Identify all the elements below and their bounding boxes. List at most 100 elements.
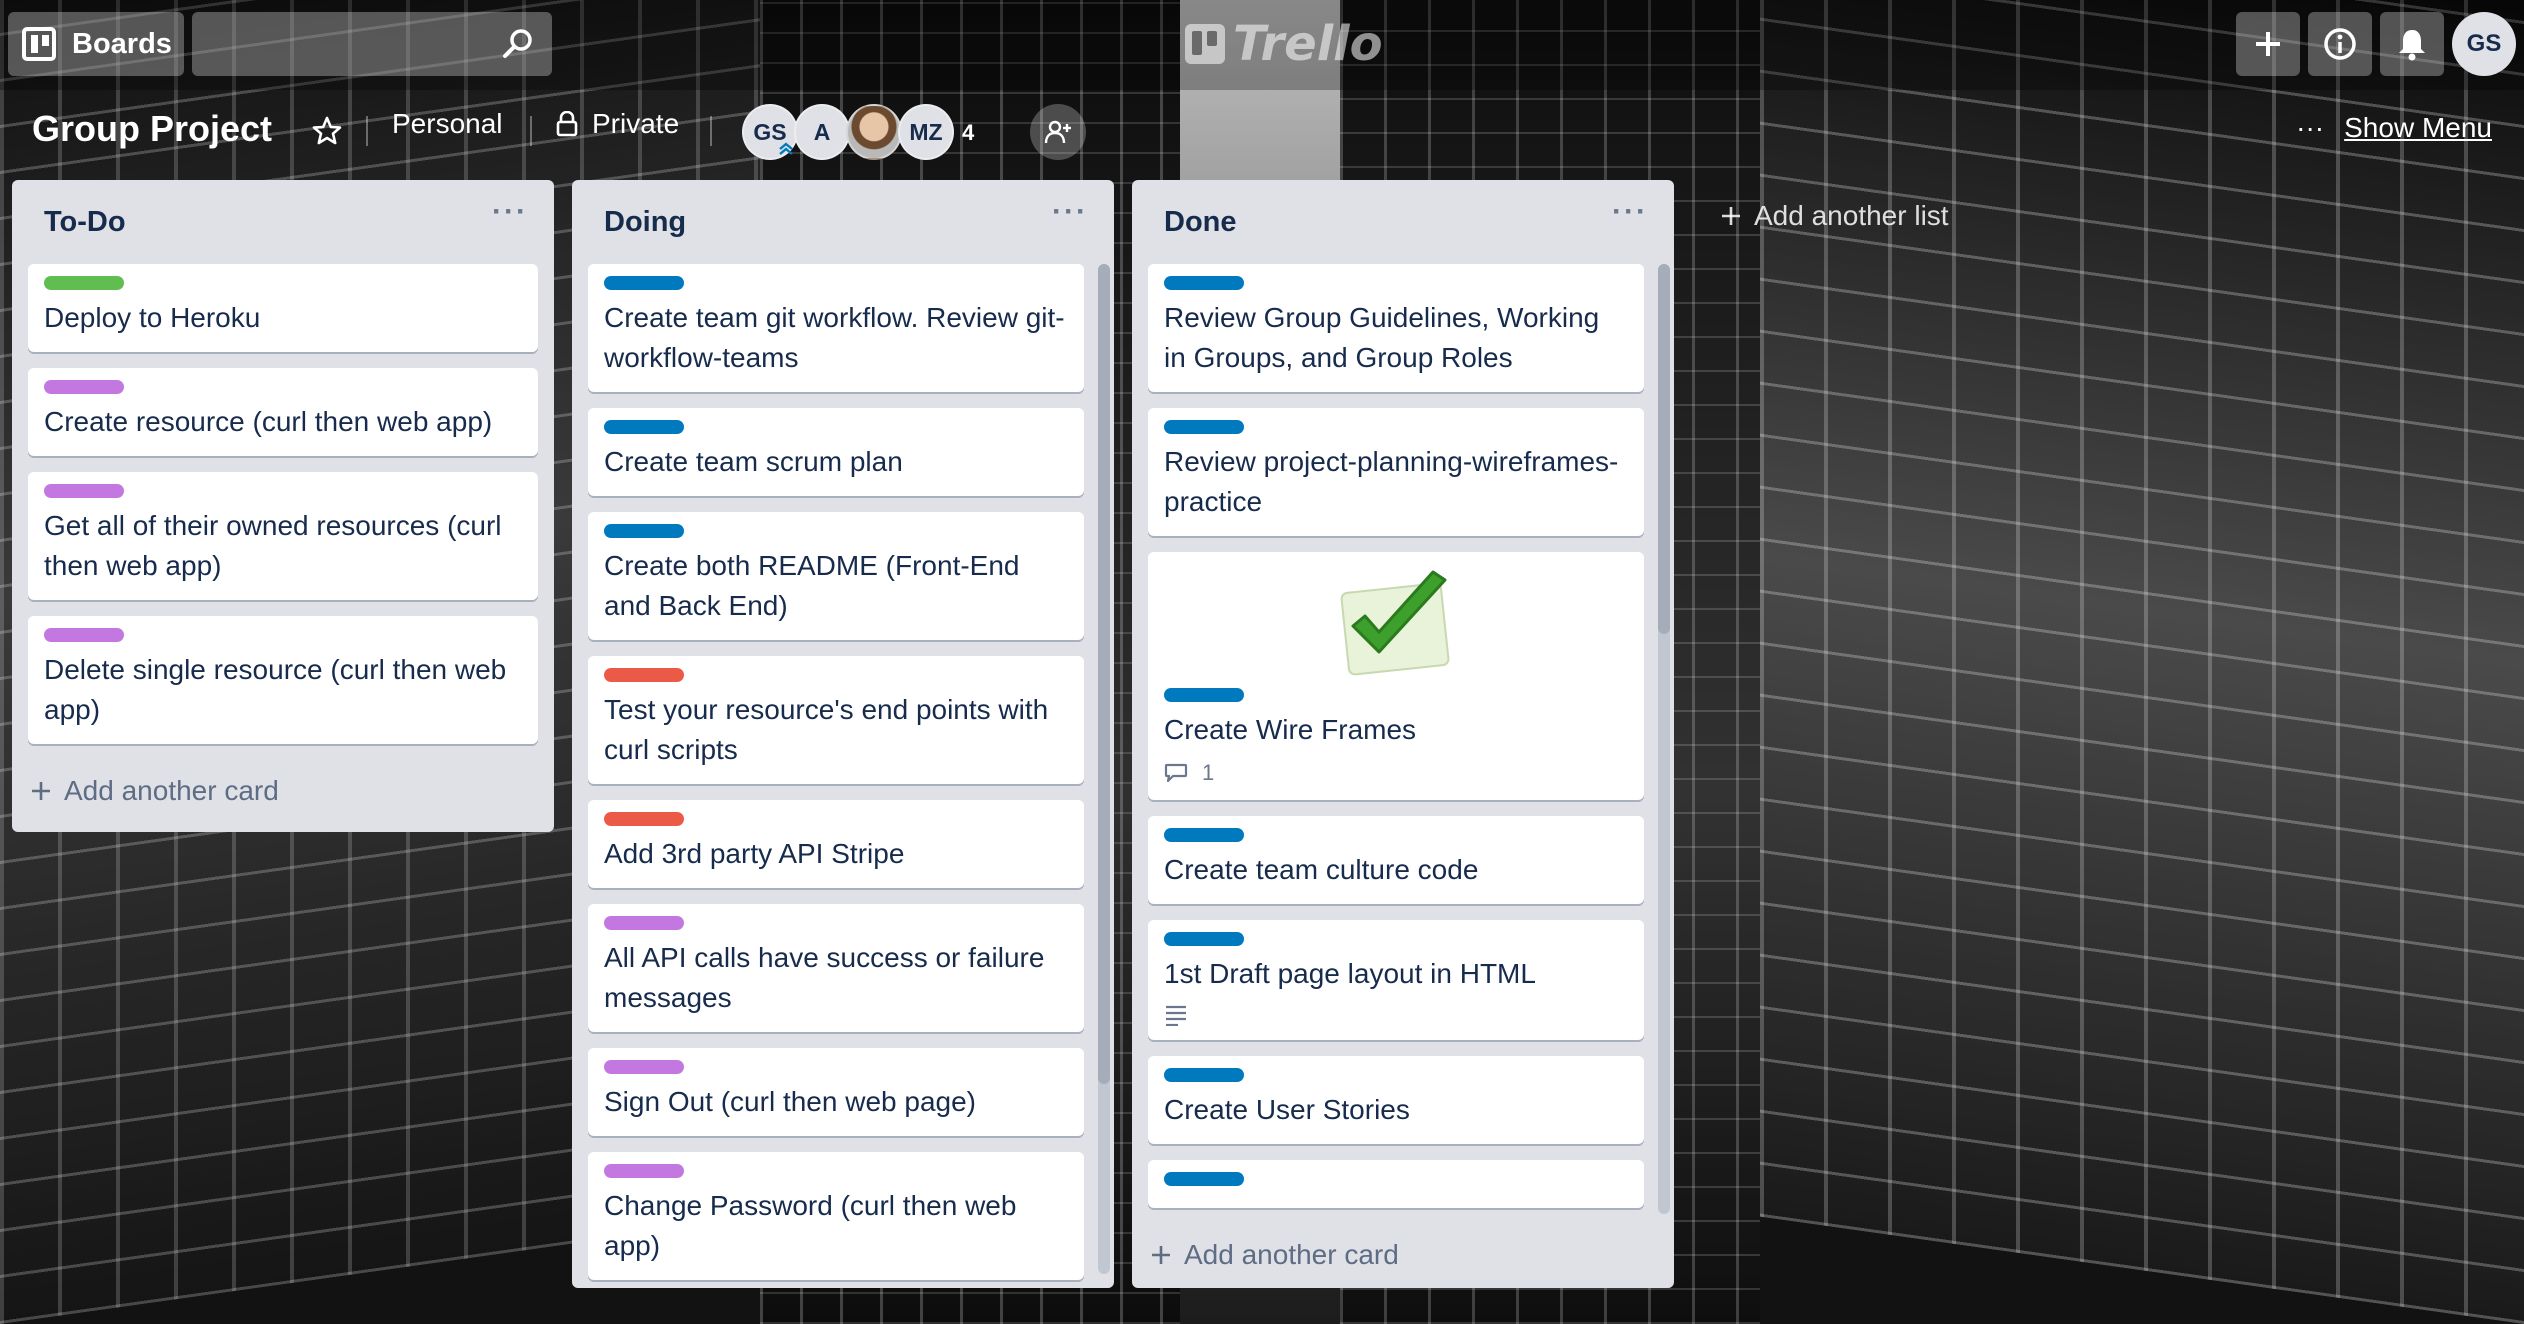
card[interactable]: Sign Out (curl then web page): [588, 1048, 1084, 1136]
card[interactable]: Create Wire Frames 1: [1148, 552, 1644, 800]
card[interactable]: Add 3rd party API Stripe: [588, 800, 1084, 888]
list-todo[interactable]: To-Do ··· Deploy to Heroku Create resour…: [12, 180, 554, 832]
search-box[interactable]: [192, 12, 552, 76]
divider: [366, 116, 368, 146]
card[interactable]: Create User Stories: [1148, 1056, 1644, 1144]
add-card-button[interactable]: Add another card: [1132, 1224, 1674, 1286]
add-card-button[interactable]: Add another card: [12, 760, 554, 822]
star-icon[interactable]: [312, 116, 342, 146]
boards-button[interactable]: Boards: [8, 12, 184, 76]
card-title: Create resource (curl then web app): [44, 406, 493, 437]
list-header[interactable]: Done ···: [1132, 180, 1674, 264]
list-scrollbar[interactable]: [1658, 264, 1670, 1214]
list-done[interactable]: Done ··· Review Group Guidelines, Workin…: [1132, 180, 1674, 1288]
card[interactable]: Create team git workflow. Review git-wor…: [588, 264, 1084, 392]
card-title: Change Password (curl then web app): [604, 1190, 1017, 1261]
team-button[interactable]: Personal: [392, 108, 503, 140]
card[interactable]: Review Group Guidelines, Working in Grou…: [1148, 264, 1644, 392]
list-doing[interactable]: Doing ··· Create team git workflow. Revi…: [572, 180, 1114, 1288]
comment-count: 1: [1202, 760, 1215, 785]
label-blue: [1164, 1172, 1244, 1186]
comment-icon: [1164, 763, 1188, 783]
card-title: Create team git workflow. Review git-wor…: [604, 302, 1065, 373]
member-avatar-photo[interactable]: [846, 104, 902, 160]
top-header: Boards Trello GS: [0, 0, 2524, 90]
card-title: Create Wire Frames: [1164, 714, 1417, 745]
member-avatar[interactable]: MZ: [898, 104, 954, 160]
more-icon: ···: [2296, 112, 2325, 143]
card[interactable]: Create both README (Front-End and Back E…: [588, 512, 1084, 640]
label-blue: [1164, 1068, 1244, 1082]
label-blue: [604, 420, 684, 434]
card-title: 1st Draft page layout in HTML: [1164, 958, 1536, 989]
card[interactable]: Change Password (curl then web app): [588, 1152, 1084, 1280]
label-green: [44, 276, 124, 290]
notifications-button[interactable]: [2380, 12, 2444, 76]
list-scrollbar[interactable]: [1098, 264, 1110, 1274]
boards-label: Boards: [72, 27, 172, 60]
card-title: Review Group Guidelines, Working in Grou…: [1164, 302, 1600, 373]
card[interactable]: [1148, 1160, 1644, 1208]
info-button[interactable]: [2308, 12, 2372, 76]
lock-icon: [556, 111, 578, 137]
member-overflow-count[interactable]: 4: [962, 120, 974, 146]
board-title[interactable]: Group Project: [32, 108, 272, 150]
add-list-label: Add another list: [1754, 200, 1949, 231]
label-blue: [1164, 688, 1244, 702]
show-menu-button[interactable]: ··· Show Menu: [2296, 112, 2492, 144]
label-purple: [604, 1164, 684, 1178]
trello-logo[interactable]: Trello: [1185, 16, 1383, 72]
label-blue: [1164, 276, 1244, 290]
card[interactable]: Create resource (curl then web app): [28, 368, 538, 456]
card-title: Get all of their owned resources (curl t…: [44, 510, 502, 581]
list-menu-icon[interactable]: ···: [490, 197, 530, 232]
label-blue: [1164, 828, 1244, 842]
list-menu-icon[interactable]: ···: [1050, 197, 1090, 232]
add-card-label: Add another card: [64, 775, 279, 806]
card[interactable]: Deploy to Heroku: [28, 264, 538, 352]
create-button[interactable]: [2236, 12, 2300, 76]
user-avatar[interactable]: GS: [2452, 12, 2516, 76]
add-list-button[interactable]: Add another list: [1720, 200, 1949, 232]
member-initials: A: [813, 118, 831, 145]
card-badges: [1164, 1004, 1628, 1026]
card[interactable]: All API calls have success or failure me…: [588, 904, 1084, 1032]
card[interactable]: Test your resource's end points with cur…: [588, 656, 1084, 784]
plus-icon: [1722, 207, 1740, 225]
label-purple: [604, 1060, 684, 1074]
list-title[interactable]: To-Do: [44, 206, 126, 239]
invite-button[interactable]: [1030, 104, 1086, 160]
member-avatar[interactable]: A: [794, 104, 850, 160]
card-title: Create team scrum plan: [604, 446, 903, 477]
label-red: [604, 812, 684, 826]
card[interactable]: Create team scrum plan: [588, 408, 1084, 496]
label-purple: [604, 916, 684, 930]
list-title[interactable]: Doing: [604, 206, 686, 239]
label-blue: [604, 276, 684, 290]
list-header[interactable]: Doing ···: [572, 180, 1114, 264]
list-header[interactable]: To-Do ···: [12, 180, 554, 264]
label-blue: [1164, 420, 1244, 434]
checkmark-icon: [1340, 570, 1450, 676]
list-title[interactable]: Done: [1164, 206, 1237, 239]
scrollbar-thumb[interactable]: [1098, 264, 1110, 1084]
card-title: Create User Stories: [1164, 1094, 1410, 1125]
divider: [530, 116, 532, 146]
card-title: Review project-planning-wireframes-pract…: [1164, 446, 1619, 517]
divider: [710, 116, 712, 146]
card[interactable]: Delete single resource (curl then web ap…: [28, 616, 538, 744]
team-label: Personal: [392, 108, 503, 139]
card[interactable]: Review project-planning-wireframes-pract…: [1148, 408, 1644, 536]
list-menu-icon[interactable]: ···: [1610, 197, 1650, 232]
show-menu-label: Show Menu: [2344, 112, 2492, 143]
card-title: All API calls have success or failure me…: [604, 942, 1045, 1013]
add-member-icon: [1044, 120, 1071, 144]
card[interactable]: Create team culture code: [1148, 816, 1644, 904]
scrollbar-thumb[interactable]: [1658, 264, 1670, 634]
search-input[interactable]: [192, 12, 492, 76]
label-purple: [44, 628, 124, 642]
card[interactable]: Get all of their owned resources (curl t…: [28, 472, 538, 600]
search-icon[interactable]: [502, 28, 534, 60]
visibility-button[interactable]: Private: [556, 108, 679, 140]
card[interactable]: 1st Draft page layout in HTML: [1148, 920, 1644, 1040]
